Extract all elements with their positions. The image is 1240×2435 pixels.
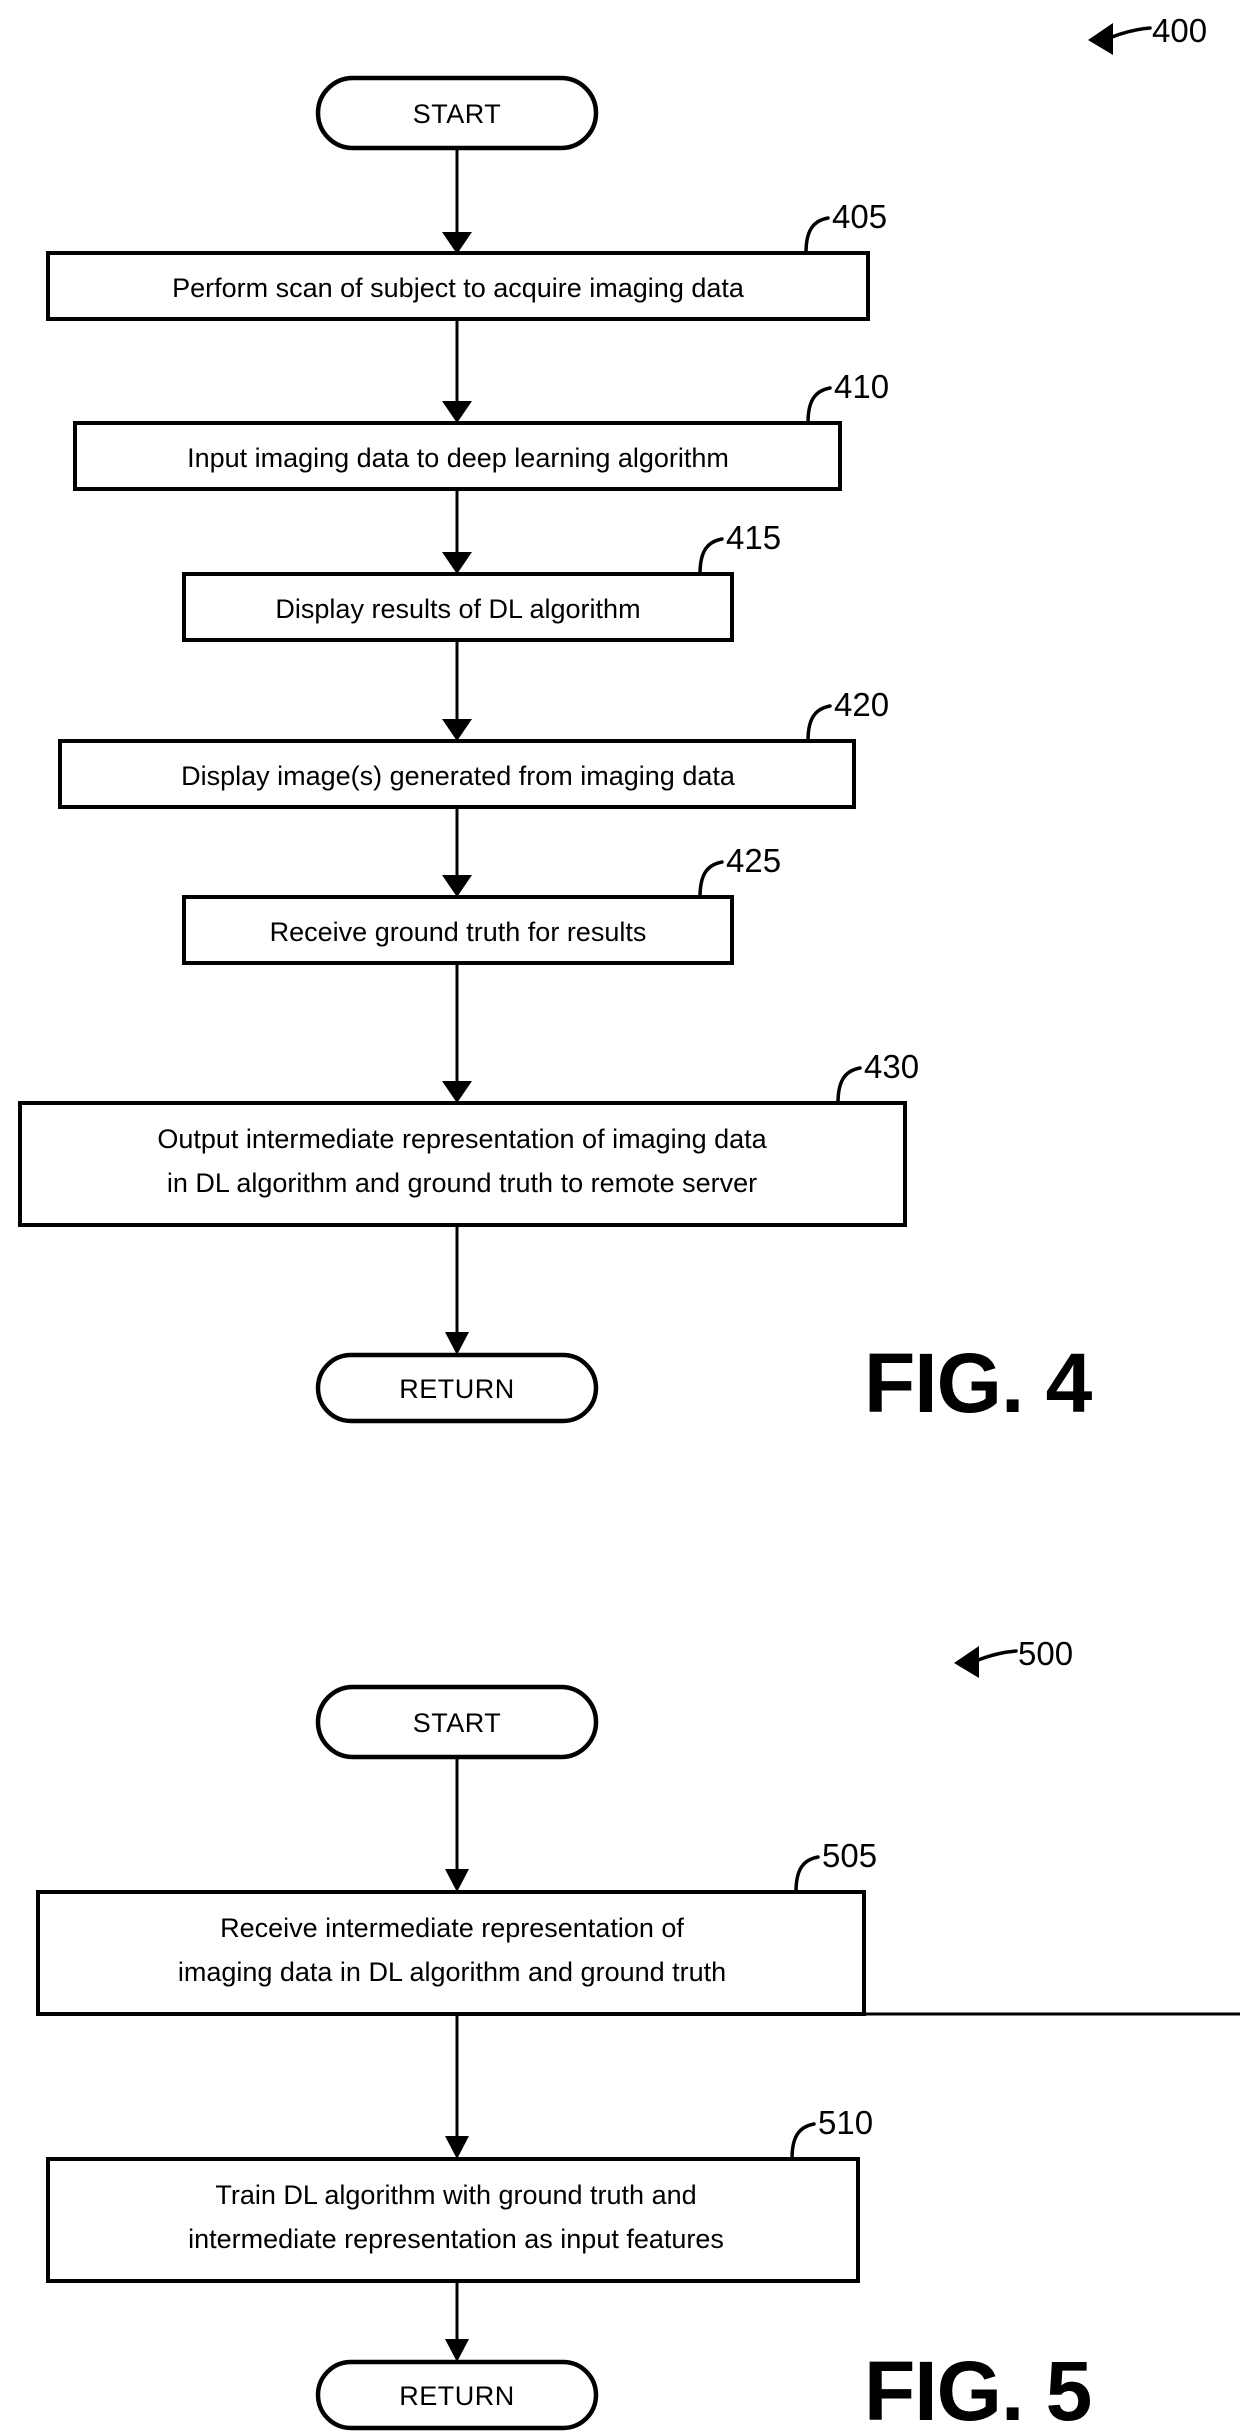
fig4-leader-415 (698, 537, 724, 576)
flowchart-canvas: 400 START Perform scan of subject to acq… (18, 12, 1240, 2435)
fig4-ref-num-425: 425 (726, 842, 781, 879)
figure-4-group: 400 START Perform scan of subject to acq… (18, 12, 1207, 1430)
fig5-arrow-start-to-505 (445, 1757, 469, 1892)
fig4-step-label-430-line2: in DL algorithm and ground truth to remo… (167, 1168, 757, 1198)
fig5-step-label-505-line1: Receive intermediate representation of (220, 1913, 684, 1943)
fig4-return-label: RETURN (399, 1374, 515, 1404)
fig4-ref-num-405: 405 (832, 198, 887, 235)
fig5-step-label-510-line2: intermediate representation as input fea… (188, 2224, 724, 2254)
fig4-caption: FIG. 4 (864, 1336, 1093, 1430)
fig5-step-label-510-line1: Train DL algorithm with ground truth and (215, 2180, 696, 2210)
process-ref-400: 400 (1152, 12, 1207, 49)
fig5-leader-505 (794, 1855, 820, 1894)
fig5-step-box-505 (36, 1890, 866, 2016)
process-ref-500-pointer (954, 1646, 1018, 1678)
fig4-step-label-420: Display image(s) generated from imaging … (181, 761, 736, 791)
patent-drawing-sheet: 400 START Perform scan of subject to acq… (0, 0, 1240, 2435)
fig4-arrow-start-to-405 (442, 148, 472, 254)
fig4-leader-410 (806, 386, 832, 425)
fig4-arrow-425-to-430 (442, 963, 472, 1103)
fig4-ref-num-410: 410 (834, 368, 889, 405)
figure-5-group: 500 START Receive intermediate represent… (36, 1635, 1240, 2435)
fig4-ref-num-415: 415 (726, 519, 781, 556)
fig4-step-box-430 (18, 1101, 907, 1227)
fig5-return-label: RETURN (399, 2381, 515, 2411)
fig4-arrow-420-to-425 (442, 807, 472, 897)
fig5-ref-num-505: 505 (822, 1837, 877, 1874)
fig5-start-label: START (413, 1708, 502, 1738)
fig4-leader-420 (806, 704, 832, 743)
fig4-leader-405 (804, 216, 830, 255)
fig5-step-label-505-line2: imaging data in DL algorithm and ground … (178, 1957, 726, 1987)
fig4-ref-num-430: 430 (864, 1048, 919, 1085)
fig4-leader-425 (698, 860, 724, 899)
fig4-leader-430 (836, 1066, 862, 1105)
fig5-ref-num-510: 510 (818, 2104, 873, 2141)
fig4-start-label: START (413, 99, 502, 129)
fig5-caption: FIG. 5 (864, 2344, 1091, 2435)
fig4-step-label-425: Receive ground truth for results (270, 917, 647, 947)
process-ref-500: 500 (1018, 1635, 1073, 1672)
process-ref-400-pointer (1088, 23, 1152, 55)
fig4-step-label-405: Perform scan of subject to acquire imagi… (172, 273, 745, 303)
fig4-step-label-430-line1: Output intermediate representation of im… (157, 1124, 767, 1154)
fig5-step-box-510 (46, 2157, 860, 2283)
fig4-step-label-415: Display results of DL algorithm (275, 594, 640, 624)
fig4-arrow-405-to-410 (442, 319, 472, 423)
fig4-arrow-415-to-420 (442, 640, 472, 741)
fig4-ref-num-420: 420 (834, 686, 889, 723)
fig5-leader-510 (790, 2122, 816, 2161)
fig4-arrow-410-to-415 (442, 489, 472, 574)
fig5-arrow-510-to-return (445, 2281, 469, 2362)
fig4-arrow-430-to-return (445, 1225, 469, 1355)
fig4-step-label-410: Input imaging data to deep learning algo… (187, 443, 729, 473)
